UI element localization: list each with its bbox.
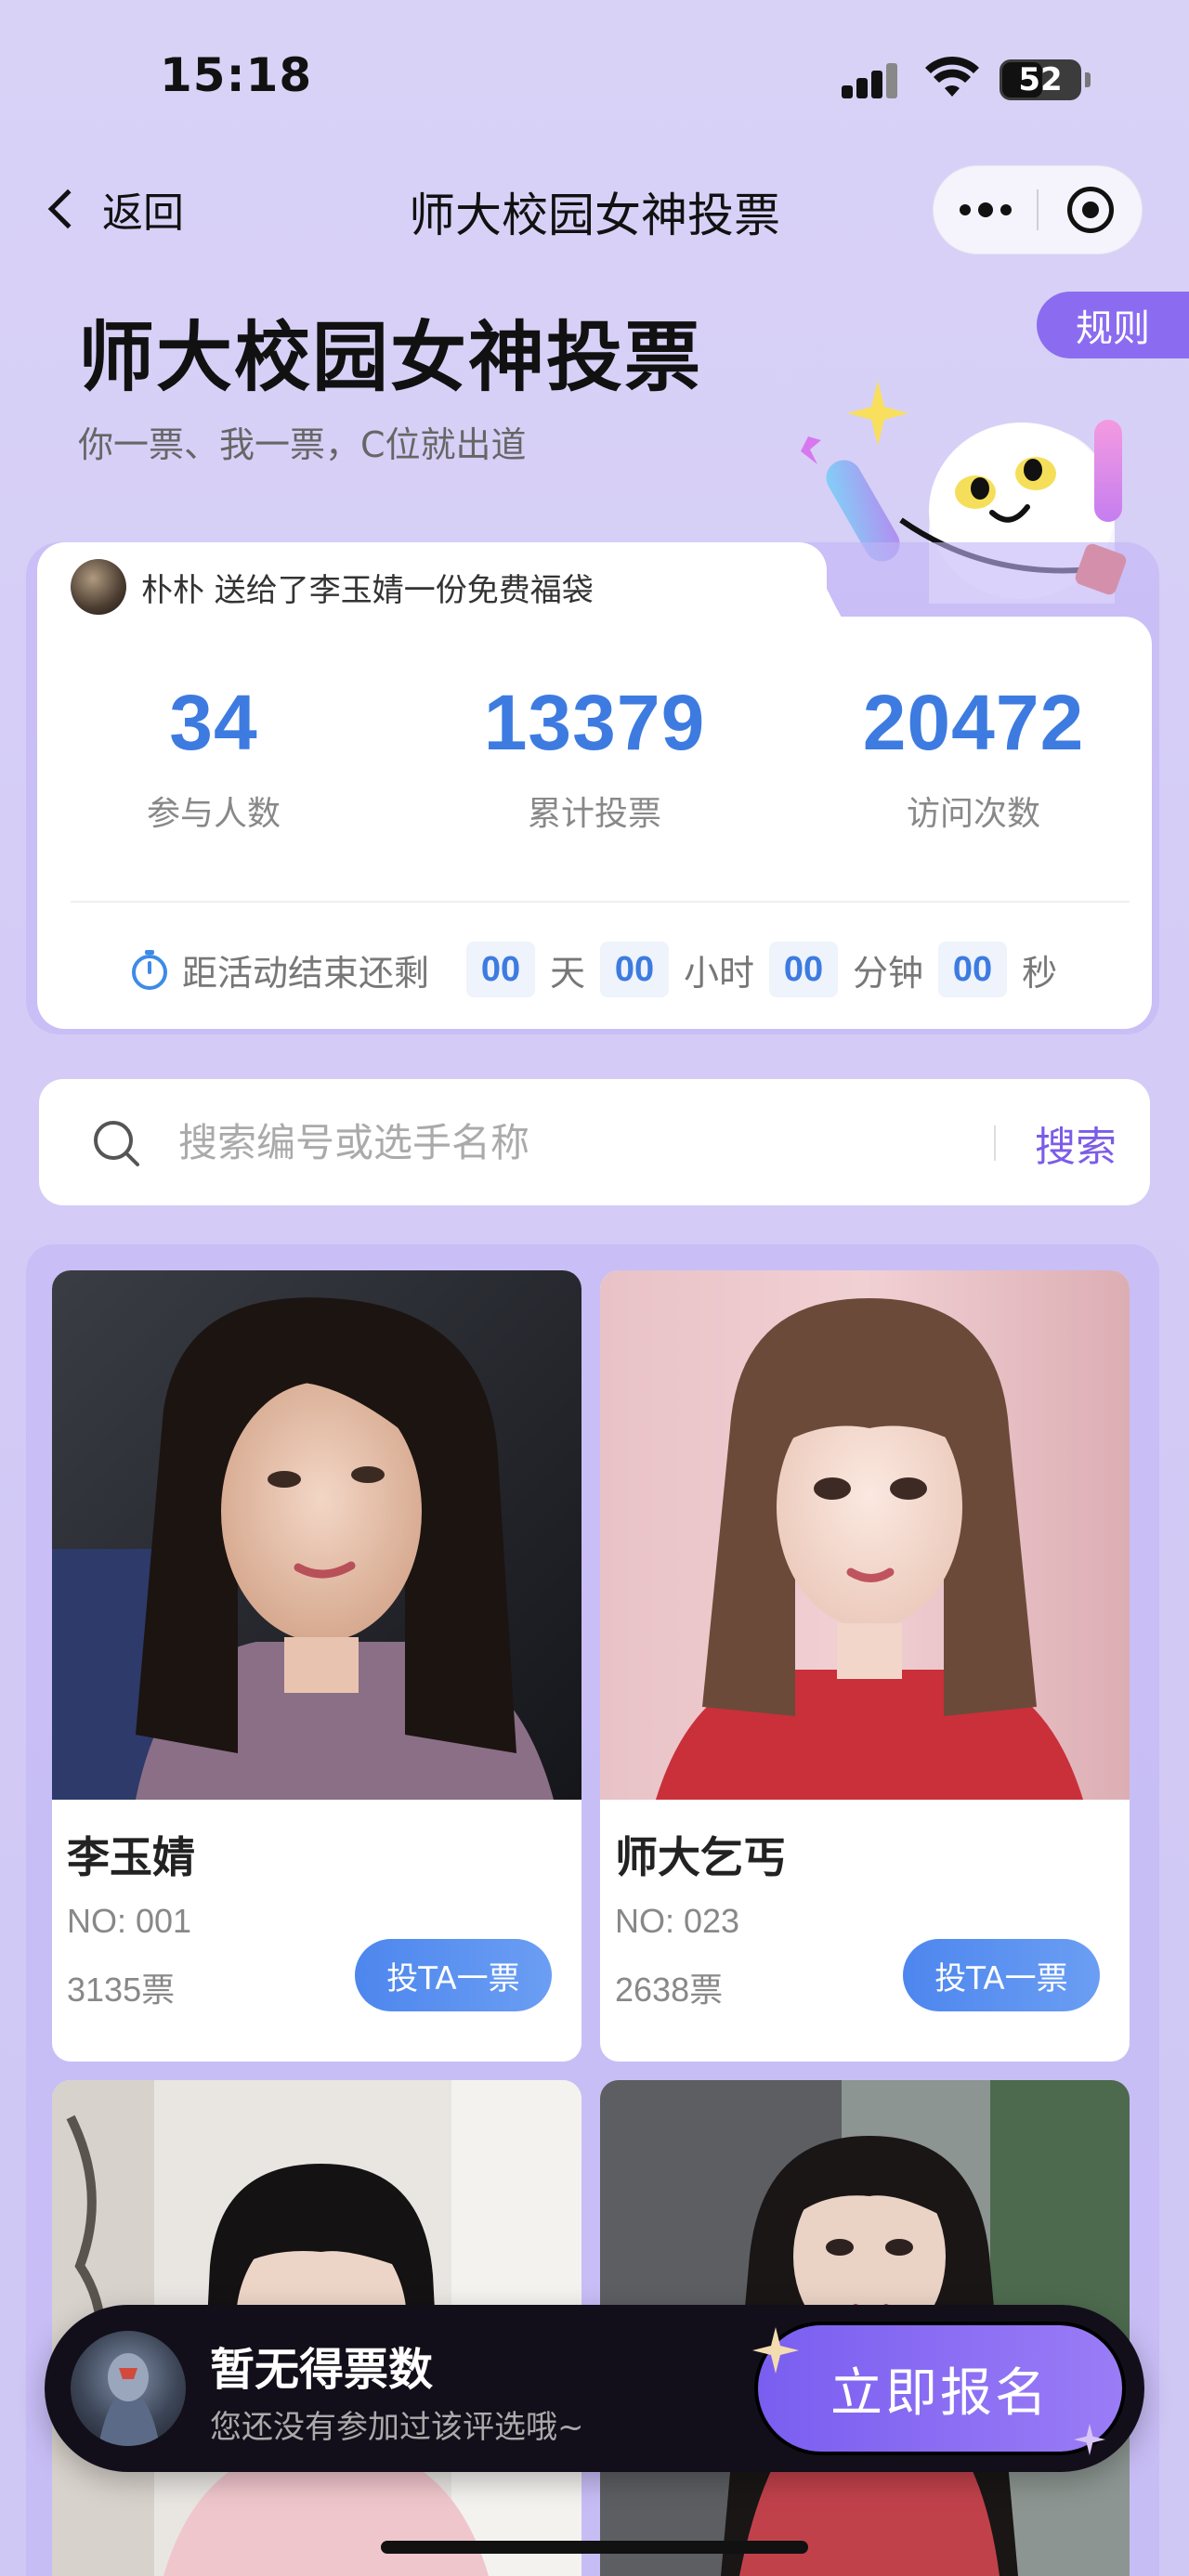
contestant-name: 师大乞丐: [615, 1832, 786, 1882]
ticker-text: 朴朴 送给了李玉婧一份免费福袋: [141, 571, 594, 609]
more-dots-icon: [959, 204, 971, 215]
contestant-photo: [52, 1270, 581, 1800]
gift-ticker: 朴朴 送给了李玉婧一份免费福袋: [71, 559, 594, 615]
stat-label: 访问次数: [906, 795, 1040, 833]
contestant-number: NO: 001: [67, 1902, 192, 1940]
countdown-minutes: 00: [769, 942, 839, 997]
rules-button[interactable]: 规则: [1037, 292, 1189, 358]
contestant-votes: 2638票: [615, 1971, 724, 2009]
more-button[interactable]: [934, 166, 1037, 254]
hours-unit: 小时: [684, 952, 755, 994]
contestant-name: 李玉婧: [67, 1832, 195, 1882]
countdown: 距活动结束还剩 00 天 00 小时 00 分钟 00 秒: [128, 938, 1057, 1001]
days-unit: 天: [550, 952, 586, 994]
stat-visits: 20472 访问次数: [788, 678, 1159, 835]
status-time: 15:18: [160, 48, 313, 102]
battery-icon: 52: [1000, 59, 1081, 100]
contestant-card[interactable]: 师大乞丐 NO: 023 2638票 投TA一票: [600, 1270, 1130, 2062]
search-button[interactable]: 搜索: [1013, 1111, 1139, 1176]
stat-label: 参与人数: [146, 795, 281, 833]
avatar: [71, 2331, 186, 2446]
page-subtitle: 你一票、我一票，C位就出道: [78, 424, 527, 465]
close-mini-program-button[interactable]: [1039, 166, 1142, 254]
page-title: 师大校园女神投票: [78, 314, 703, 402]
stat-label: 累计投票: [527, 795, 661, 833]
target-circle-icon: [1066, 187, 1114, 233]
contestant-number: NO: 023: [615, 1902, 740, 1940]
battery-cap: [1085, 72, 1091, 87]
contestant-photo: [600, 1270, 1130, 1800]
mini-program-capsule: [933, 165, 1143, 254]
sparkle-icon: [1074, 2424, 1105, 2455]
search-input[interactable]: [178, 1105, 959, 1179]
stat-participants: 34 参与人数: [28, 678, 399, 835]
wifi-icon: [925, 56, 979, 97]
stat-value: 20472: [862, 679, 1085, 766]
countdown-hours: 00: [600, 942, 670, 997]
contestant-votes: 3135票: [67, 1971, 176, 2009]
home-indicator: [381, 2541, 808, 2554]
stopwatch-icon: [132, 950, 167, 990]
vote-button[interactable]: 投TA一票: [903, 1939, 1100, 2011]
avatar: [71, 559, 126, 615]
stat-total-votes: 13379 累计投票: [409, 678, 780, 835]
tab-notch: [790, 542, 845, 626]
divider: [71, 901, 1130, 903]
no-votes-title: 暂无得票数: [210, 2344, 434, 2396]
status-bar: 15:18 52: [0, 0, 1189, 158]
countdown-label: 距活动结束还剩: [182, 952, 430, 994]
seconds-unit: 秒: [1022, 952, 1058, 994]
contestant-card[interactable]: 李玉婧 NO: 001 3135票 投TA一票: [52, 1270, 581, 2062]
search-divider: [994, 1125, 996, 1161]
stat-value: 34: [169, 679, 258, 766]
stat-value: 13379: [483, 679, 706, 766]
minutes-unit: 分钟: [853, 952, 924, 994]
sparkle-icon: [752, 2327, 799, 2374]
search-bar: 搜索: [39, 1079, 1150, 1205]
battery-level: 52: [1018, 61, 1063, 98]
signup-button[interactable]: 立即报名: [754, 2322, 1126, 2455]
bottom-signup-bar: 暂无得票数 您还没有参加过该评选哦~ 立即报名: [45, 2305, 1144, 2472]
countdown-seconds: 00: [938, 942, 1008, 997]
signal-icon: [842, 61, 899, 98]
no-votes-subtitle: 您还没有参加过该评选哦~: [210, 2409, 584, 2446]
countdown-days: 00: [466, 942, 536, 997]
vote-button[interactable]: 投TA一票: [355, 1939, 552, 2011]
search-icon: [94, 1121, 139, 1166]
